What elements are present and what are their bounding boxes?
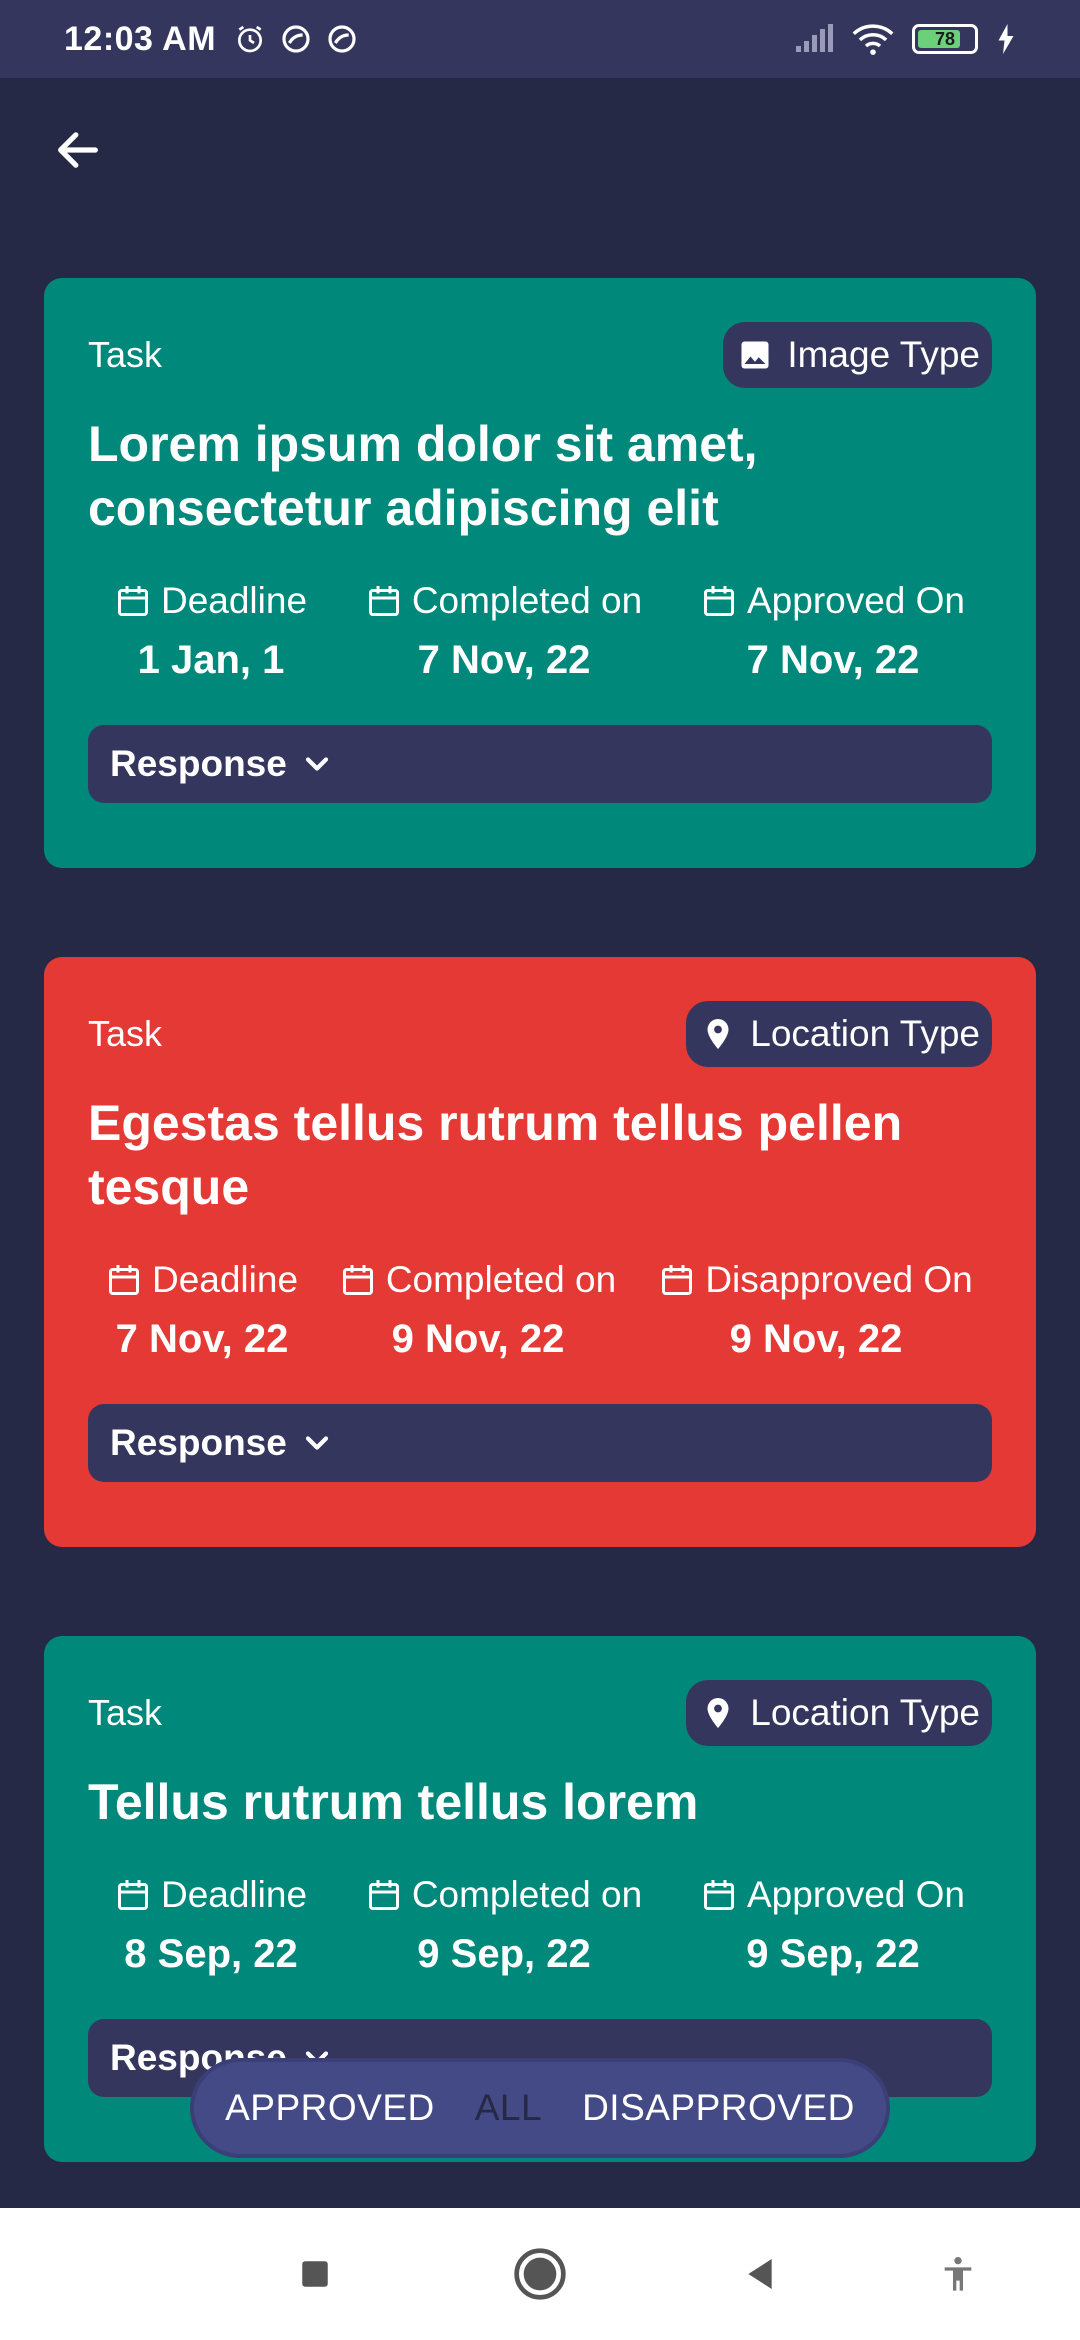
date-label: Disapproved On	[705, 1259, 973, 1300]
recents-button[interactable]	[275, 2208, 355, 2340]
system-nav-bar	[0, 2208, 1080, 2340]
response-label: Response	[110, 743, 287, 784]
task-type-chip: Location Type	[686, 1680, 992, 1746]
accessibility-button[interactable]	[918, 2208, 998, 2340]
charging-icon	[998, 24, 1014, 54]
date-label: Deadline	[160, 580, 308, 621]
alarm-icon	[238, 25, 263, 53]
status-icons-left	[234, 23, 358, 55]
task-dates: Deadline 1 Jan, 1 Completed on 7 Nov, 22…	[88, 580, 992, 683]
filter-approved[interactable]: APPROVED	[225, 2087, 435, 2129]
home-circle-icon	[514, 2248, 566, 2300]
task-label: Task	[88, 334, 163, 375]
date-value: 9 Sep, 22	[746, 1932, 920, 1976]
date-deadline: Deadline 7 Nov, 22	[88, 1259, 316, 1362]
calendar-icon	[342, 1265, 373, 1295]
date-value: 7 Nov, 22	[115, 1317, 289, 1361]
wifi-icon	[852, 24, 894, 55]
image-icon	[741, 341, 769, 369]
battery-icon: 78	[912, 24, 978, 54]
filter-all[interactable]: ALL	[475, 2087, 542, 2129]
status-time: 12:03 AM	[64, 19, 217, 58]
response-toggle[interactable]: Response	[88, 725, 992, 803]
date-value: 7 Nov, 22	[746, 638, 920, 682]
task-type-chip: Location Type	[686, 1001, 992, 1067]
date-label: Approved On	[746, 1874, 966, 1915]
date-value: 9 Sep, 22	[417, 1932, 591, 1976]
battery-level: 78	[934, 28, 956, 49]
task-title: Lorem ipsum dolor sit amet, consectetur …	[88, 416, 758, 536]
date-deadline: Deadline 8 Sep, 22	[88, 1874, 334, 1977]
signal-icon	[796, 24, 833, 52]
date-disapproved: Disapproved On 9 Nov, 22	[640, 1259, 992, 1362]
task-title: Egestas tellus rutrum tellus pellen tesq…	[88, 1095, 903, 1215]
task-dates: Deadline 7 Nov, 22 Completed on 9 Nov, 2…	[88, 1259, 992, 1362]
calendar-icon	[117, 1880, 148, 1910]
recents-square-icon	[302, 2261, 328, 2287]
date-label: Deadline	[160, 1874, 308, 1915]
response-label: Response	[110, 1422, 287, 1463]
task-card[interactable]: Task Location Type Egestas tellus rutrum…	[44, 957, 1036, 1547]
task-title: Tellus rutrum tellus lorem	[88, 1774, 699, 1830]
back-triangle-icon	[748, 2259, 772, 2289]
task-label: Task	[88, 1692, 163, 1733]
location-pin-icon	[707, 1019, 729, 1049]
app-root: 12:03 AM 78 Task Image Type Lorem ipsum …	[0, 0, 1080, 2340]
date-label: Completed on	[411, 580, 643, 621]
date-label: Completed on	[411, 1874, 643, 1915]
calendar-icon	[368, 586, 399, 616]
task-type-chip: Image Type	[723, 322, 992, 388]
status-bar: 12:03 AM 78	[0, 0, 1080, 78]
date-value: 7 Nov, 22	[417, 638, 591, 682]
arrow-back-icon	[58, 132, 98, 168]
task-label: Task	[88, 1013, 163, 1054]
task-type-label: Location Type	[750, 1692, 980, 1733]
calendar-icon	[368, 1880, 399, 1910]
status-filter: APPROVED ALL DISAPPROVED	[190, 2058, 890, 2158]
date-approved: Approved On 9 Sep, 22	[674, 1874, 992, 1977]
task-card[interactable]: Task Image Type Lorem ipsum dolor sit am…	[44, 278, 1036, 868]
date-label: Approved On	[746, 580, 966, 621]
date-value: 9 Nov, 22	[729, 1317, 903, 1361]
date-approved: Approved On 7 Nov, 22	[674, 580, 992, 683]
date-completed: Completed on 9 Nov, 22	[316, 1259, 640, 1362]
task-type-label: Image Type	[787, 334, 980, 375]
home-button[interactable]	[500, 2208, 580, 2340]
back-button[interactable]	[46, 118, 110, 182]
do-not-disturb-icon	[328, 25, 356, 53]
calendar-icon	[662, 1265, 693, 1295]
back-nav-button[interactable]	[720, 2208, 800, 2340]
date-completed: Completed on 9 Sep, 22	[334, 1874, 674, 1977]
task-dates: Deadline 8 Sep, 22 Completed on 9 Sep, 2…	[88, 1874, 992, 1977]
date-value: 9 Nov, 22	[391, 1317, 565, 1361]
do-not-disturb-icon	[282, 25, 310, 53]
status-icons-right: 78	[794, 23, 1016, 55]
response-toggle[interactable]: Response	[88, 1404, 992, 1482]
calendar-icon	[108, 1265, 139, 1295]
date-completed: Completed on 7 Nov, 22	[334, 580, 674, 683]
task-type-label: Location Type	[750, 1013, 980, 1054]
date-value: 1 Jan, 1	[137, 638, 285, 682]
accessibility-icon	[944, 2257, 972, 2291]
calendar-icon	[703, 586, 734, 616]
chevron-down-icon	[305, 757, 328, 771]
chevron-down-icon	[305, 1436, 328, 1450]
date-deadline: Deadline 1 Jan, 1	[88, 580, 334, 683]
date-value: 8 Sep, 22	[124, 1932, 298, 1976]
location-pin-icon	[707, 1698, 729, 1728]
date-label: Deadline	[151, 1259, 299, 1300]
filter-disapproved[interactable]: DISAPPROVED	[582, 2087, 855, 2129]
calendar-icon	[703, 1880, 734, 1910]
calendar-icon	[117, 586, 148, 616]
date-label: Completed on	[385, 1259, 617, 1300]
